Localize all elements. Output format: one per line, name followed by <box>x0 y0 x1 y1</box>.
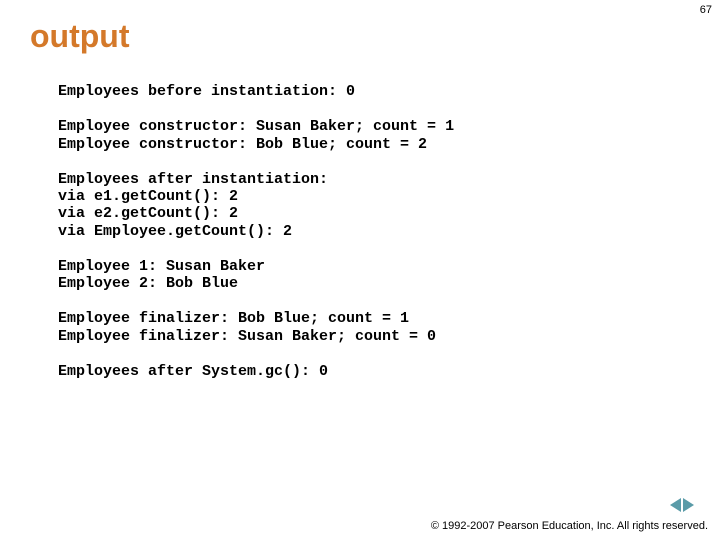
output-line: Employee 2: Bob Blue <box>58 275 720 292</box>
output-line: Employees after instantiation: <box>58 171 720 188</box>
output-line: Employees after System.gc(): 0 <box>58 363 720 380</box>
output-line: Employee finalizer: Bob Blue; count = 1 <box>58 310 720 327</box>
output-line: Employee finalizer: Susan Baker; count =… <box>58 328 720 345</box>
output-line: via e2.getCount(): 2 <box>58 205 720 222</box>
output-line: via Employee.getCount(): 2 <box>58 223 720 240</box>
output-line: Employees before instantiation: 0 <box>58 83 720 100</box>
output-content: Employees before instantiation: 0 Employ… <box>0 55 720 380</box>
output-line: Employee constructor: Bob Blue; count = … <box>58 136 720 153</box>
page-number: 67 <box>700 4 712 16</box>
output-line: Employee 1: Susan Baker <box>58 258 720 275</box>
output-line: Employee constructor: Susan Baker; count… <box>58 118 720 135</box>
output-line: via e1.getCount(): 2 <box>58 188 720 205</box>
next-slide-icon[interactable] <box>683 498 694 512</box>
slide-title: output <box>0 0 720 55</box>
prev-slide-icon[interactable] <box>670 498 681 512</box>
nav-controls <box>670 498 694 512</box>
footer-copyright: © 1992-2007 Pearson Education, Inc. All … <box>431 520 708 532</box>
